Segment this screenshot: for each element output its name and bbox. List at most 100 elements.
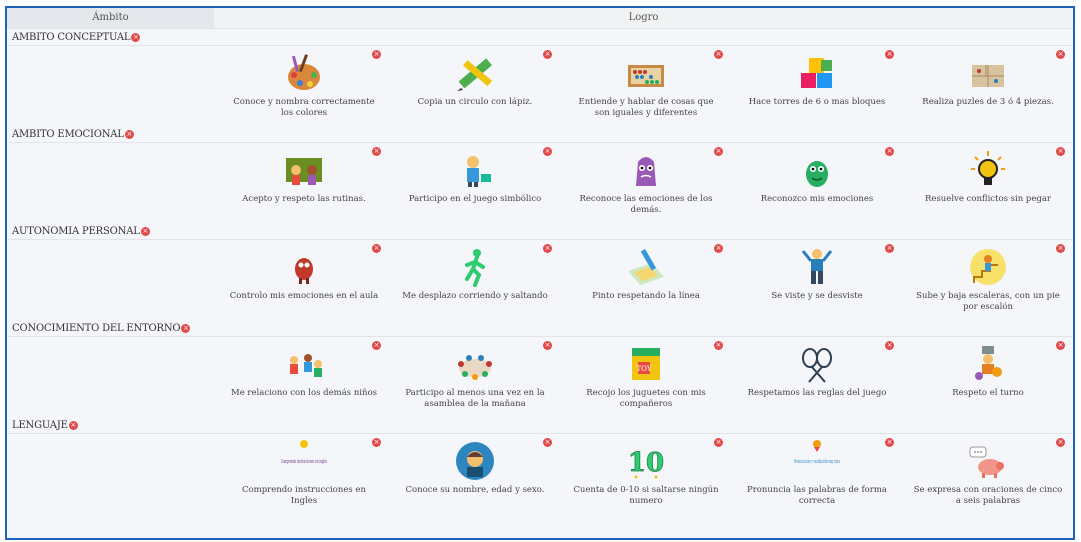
delete-ambito-icon[interactable]: × bbox=[124, 130, 134, 139]
delete-ambito-icon[interactable]: × bbox=[131, 33, 141, 42]
ambito-title: LENGUAJE × bbox=[12, 418, 78, 433]
logro-card[interactable]: × Reconoce las emociones de los demás. bbox=[566, 144, 726, 224]
waiting-turn-icon bbox=[975, 346, 1002, 380]
logro-card[interactable]: × Participo en el juego simbólico bbox=[395, 144, 555, 224]
delete-logro-icon[interactable]: × bbox=[885, 50, 894, 59]
logro-card[interactable]: × Conoce y nombra correctamente los color… bbox=[224, 47, 384, 127]
delete-logro-icon[interactable]: × bbox=[714, 341, 723, 350]
logro-card[interactable]: × Realiza puzles de 3 ó 4 piezas. bbox=[908, 47, 1068, 127]
logro-label: Realiza puzles de 3 ó 4 piezas. bbox=[922, 97, 1054, 107]
logro-card[interactable]: × Participo al menos una vez en la asambl… bbox=[395, 338, 555, 418]
delete-logro-icon[interactable]: × bbox=[372, 244, 381, 253]
toy-box-icon: TOY bbox=[632, 348, 660, 380]
logro-card[interactable]: × Me relaciono con los demás niños bbox=[224, 338, 384, 418]
toy-blocks-icon bbox=[801, 58, 832, 88]
delete-logro-icon[interactable]: × bbox=[885, 244, 894, 253]
ambito-title: AUTONOMIA PERSONAL × bbox=[12, 224, 150, 239]
logro-card[interactable]: × Respeto el turno bbox=[908, 338, 1068, 418]
delete-logro-icon[interactable]: × bbox=[1056, 50, 1065, 59]
ambito-title-text: AMBITO EMOCIONAL bbox=[12, 129, 124, 140]
assembly-circle-icon bbox=[458, 355, 492, 380]
logro-label: Cuenta de 0-10 si saltarse ningún numero bbox=[573, 485, 719, 506]
logro-label: Me desplazo corriendo y saltando bbox=[402, 291, 548, 301]
svg-text:TOY: TOY bbox=[636, 365, 651, 373]
logro-card[interactable]: × Reconozco mis emociones bbox=[737, 144, 897, 224]
logro-card[interactable]: × Acepto y respeto las rutinas. bbox=[224, 144, 384, 224]
delete-ambito-icon[interactable]: × bbox=[181, 324, 191, 333]
delete-logro-icon[interactable]: × bbox=[714, 244, 723, 253]
logro-label: Respetamos las reglas del juego bbox=[747, 388, 887, 398]
logro-label: Resuelve conflictos sin pegar bbox=[925, 194, 1051, 204]
logro-card[interactable]: × Respetamos las reglas del juego bbox=[737, 338, 897, 418]
logro-card[interactable]: × Pinto respetando la línea bbox=[566, 241, 726, 321]
column-header-logro[interactable]: Logro bbox=[214, 8, 1073, 28]
logro-label: Se expresa con oraciones de cinco a seis… bbox=[913, 485, 1063, 506]
delete-logro-icon[interactable]: × bbox=[543, 341, 552, 350]
achievements-table: Ámbito Logro AMBITO CONCEPTUAL × × Conoce y… bbox=[5, 6, 1075, 540]
ambito-section: AUTONOMIA PERSONAL × × Controlo mis emocion… bbox=[7, 224, 1073, 321]
ambito-title: AMBITO EMOCIONAL × bbox=[12, 127, 134, 142]
delete-logro-icon[interactable]: × bbox=[885, 341, 894, 350]
delete-logro-icon[interactable]: × bbox=[372, 50, 381, 59]
section-divider bbox=[7, 239, 1073, 240]
logro-label: Pronuncia las palabras de forma correcta bbox=[747, 485, 887, 506]
logro-card[interactable]: × Controlo mis emociones en el aula bbox=[224, 241, 384, 321]
ambito-section: CONOCIMIENTO DEL ENTORNO × × Me relaciono c… bbox=[7, 321, 1073, 418]
ambito-title-text: CONOCIMIENTO DEL ENTORNO bbox=[12, 323, 181, 334]
logro-label: Reconoce las emociones de los demás. bbox=[579, 194, 713, 215]
paint-palette-icon bbox=[288, 54, 320, 90]
logro-label: Respeto el turno bbox=[952, 388, 1024, 398]
delete-logro-icon[interactable]: × bbox=[1056, 147, 1065, 156]
logro-label: Acepto y respeto las rutinas. bbox=[242, 194, 366, 204]
icon-caption: Pronunciación y vocalización muy clara bbox=[794, 458, 840, 465]
logro-label: Controlo mis emociones en el aula bbox=[229, 291, 379, 301]
running-child-icon bbox=[465, 249, 485, 287]
logro-card[interactable]: 10 × Cuenta de 0-10 si saltarse ningún num… bbox=[566, 435, 726, 515]
lightbulb-icon bbox=[971, 151, 1005, 185]
logro-card[interactable]: × Resuelve conflictos sin pegar bbox=[908, 144, 1068, 224]
logro-card[interactable]: TOY × Recojo los juguetes con mis compañer… bbox=[566, 338, 726, 418]
delete-logro-icon[interactable]: × bbox=[543, 244, 552, 253]
column-header-ambito[interactable]: Ámbito bbox=[7, 8, 214, 28]
delete-logro-icon[interactable]: × bbox=[1056, 438, 1065, 447]
ambito-title-text: AMBITO CONCEPTUAL bbox=[12, 32, 131, 43]
logro-card[interactable]: × Entiende y hablar de cosas que son igua… bbox=[566, 47, 726, 127]
delete-logro-icon[interactable]: × bbox=[714, 147, 723, 156]
logro-card[interactable]: × Copia un circulo con lápiz. bbox=[395, 47, 555, 127]
english-badge-icon: Comprende instrucciones en inglés bbox=[281, 440, 327, 465]
delete-logro-icon[interactable]: × bbox=[714, 438, 723, 447]
logro-card[interactable]: × Se viste y se desviste bbox=[737, 241, 897, 321]
logro-card[interactable]: Pronunciación y vocalización muy clara × P… bbox=[737, 435, 897, 515]
delete-logro-icon[interactable]: × bbox=[885, 147, 894, 156]
logro-card[interactable]: × Me desplazo corriendo y saltando bbox=[395, 241, 555, 321]
delete-logro-icon[interactable]: × bbox=[714, 50, 723, 59]
table-header: Ámbito Logro bbox=[7, 8, 1073, 29]
delete-logro-icon[interactable]: × bbox=[1056, 244, 1065, 253]
delete-logro-icon[interactable]: × bbox=[543, 147, 552, 156]
ambito-section: AMBITO CONCEPTUAL × × Conoce y nombra corre… bbox=[7, 30, 1073, 127]
icon-caption: 10 bbox=[628, 448, 664, 478]
logro-card[interactable]: × Se expresa con oraciones de cinco a sei… bbox=[908, 435, 1068, 515]
logro-label: Hace torres de 6 o mas bloques bbox=[748, 97, 886, 107]
doctor-play-icon bbox=[467, 156, 491, 187]
ambito-title-text: LENGUAJE bbox=[12, 420, 68, 431]
logro-card[interactable]: Comprende instrucciones en inglés × Compre… bbox=[224, 435, 384, 515]
delete-logro-icon[interactable]: × bbox=[1056, 341, 1065, 350]
delete-ambito-icon[interactable]: × bbox=[68, 421, 78, 430]
delete-logro-icon[interactable]: × bbox=[372, 147, 381, 156]
delete-logro-icon[interactable]: × bbox=[372, 341, 381, 350]
delete-logro-icon[interactable]: × bbox=[543, 438, 552, 447]
section-divider bbox=[7, 142, 1073, 143]
ambito-title: AMBITO CONCEPTUAL × bbox=[12, 30, 141, 45]
delete-logro-icon[interactable]: × bbox=[372, 438, 381, 447]
logro-card[interactable]: × Conoce su nombre, edad y sexo. bbox=[395, 435, 555, 515]
logro-label: Entiende y hablar de cosas que son igual… bbox=[578, 97, 714, 118]
section-divider bbox=[7, 433, 1073, 434]
logro-card[interactable]: × Sube y baja escaleras, con un pie por e… bbox=[908, 241, 1068, 321]
delete-ambito-icon[interactable]: × bbox=[140, 227, 150, 236]
puzzle-icon bbox=[972, 65, 1004, 87]
delete-logro-icon[interactable]: × bbox=[885, 438, 894, 447]
logro-card[interactable]: × Hace torres de 6 o mas bloques bbox=[737, 47, 897, 127]
logro-label: Conoce y nombra correctamente los colore… bbox=[233, 97, 375, 118]
delete-logro-icon[interactable]: × bbox=[543, 50, 552, 59]
